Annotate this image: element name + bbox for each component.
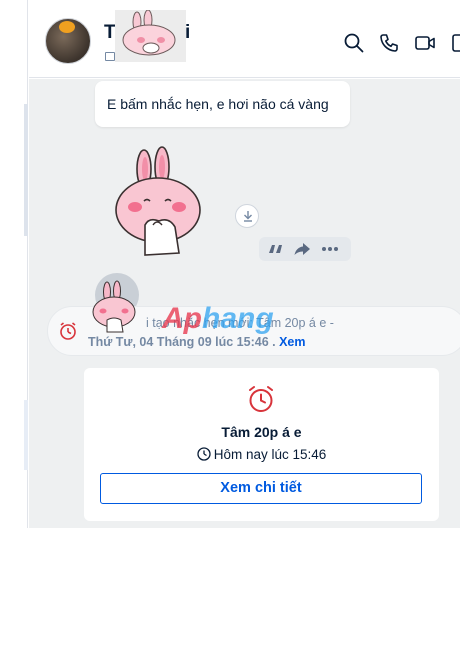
reminder-time: Hôm nay lúc 15:46 xyxy=(84,447,439,462)
chat-header: T i xyxy=(29,0,460,78)
watermark: Aphang xyxy=(162,302,274,336)
chat-window: T i E bấm nhắc hẹn, e hơi não cá vàng i … xyxy=(0,0,460,528)
view-reminder-link[interactable]: Xem xyxy=(279,335,305,349)
text-message[interactable]: E bấm nhắc hẹn, e hơi não cá vàng xyxy=(95,81,350,127)
scroll-marker xyxy=(24,104,28,236)
contact-avatar[interactable] xyxy=(45,18,91,64)
reminder-time-text: Hôm nay lúc 15:46 xyxy=(213,447,327,462)
watermark-part-a: Ap xyxy=(162,302,202,335)
bunny-sticker-small xyxy=(89,280,139,334)
search-icon[interactable] xyxy=(343,32,365,54)
phone-icon[interactable] xyxy=(378,32,400,54)
download-button[interactable] xyxy=(235,204,259,228)
quote-icon[interactable] xyxy=(267,241,285,257)
message-list[interactable]: E bấm nhắc hẹn, e hơi não cá vàng i tạo … xyxy=(29,79,460,528)
reminder-card: Tâm 20p á e Hôm nay lúc 15:46 Xem chi ti… xyxy=(84,368,439,521)
bunny-sticker[interactable] xyxy=(109,145,209,261)
sidebar-toggle-icon[interactable] xyxy=(450,32,460,54)
avatar-sticker xyxy=(59,21,75,33)
alarm-clock-icon xyxy=(58,321,78,341)
watermark-part-b: hang xyxy=(202,302,274,335)
conversation-list-edge xyxy=(0,0,28,528)
name-cover-sticker xyxy=(115,9,186,62)
view-details-button[interactable]: Xem chi tiết xyxy=(100,473,422,504)
forward-icon[interactable] xyxy=(293,241,311,257)
reminder-date-text: Thứ Tư, 04 Tháng 09 lúc 15:46 . xyxy=(88,335,276,349)
alarm-clock-icon xyxy=(246,384,276,414)
clock-icon xyxy=(197,447,211,461)
tag-icon[interactable] xyxy=(105,52,115,61)
reminder-title: Tâm 20p á e xyxy=(221,424,302,440)
video-call-icon[interactable] xyxy=(414,32,436,54)
message-action-bar xyxy=(259,237,351,261)
download-icon xyxy=(244,211,252,222)
scroll-marker xyxy=(24,400,28,470)
more-icon[interactable] xyxy=(321,241,339,257)
reminder-notice-date: Thứ Tư, 04 Tháng 09 lúc 15:46 . Xem xyxy=(88,335,306,349)
